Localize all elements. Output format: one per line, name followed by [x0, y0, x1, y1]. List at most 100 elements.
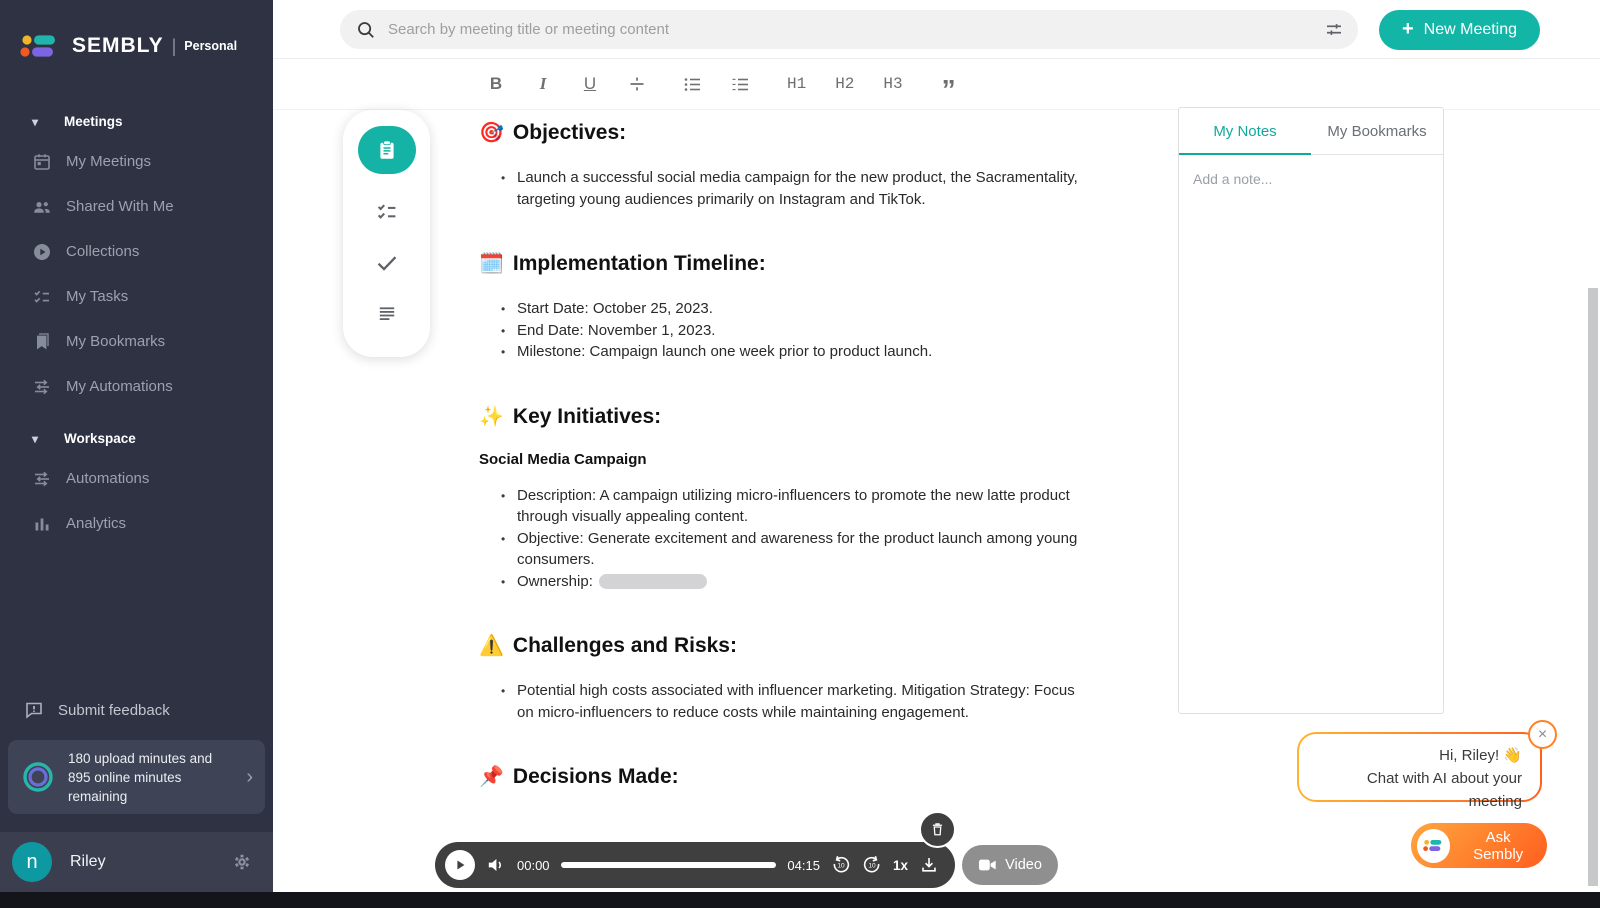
- section-key-initiatives: ✨ Key Initiatives: Social Media Campaign…: [479, 403, 1084, 593]
- underline-button[interactable]: U: [581, 74, 599, 94]
- search-bar[interactable]: [340, 10, 1358, 49]
- tab-my-notes[interactable]: My Notes: [1179, 108, 1311, 154]
- playback-speed-button[interactable]: 1x: [893, 858, 908, 873]
- calendar-emoji-icon: 🗓️: [479, 250, 504, 278]
- redacted-name-pill: [599, 574, 707, 589]
- sidebar-item-my-bookmarks[interactable]: My Bookmarks: [0, 319, 273, 364]
- delete-recording-button[interactable]: [919, 811, 956, 848]
- calendar-icon: [32, 152, 52, 172]
- close-chat-popup-button[interactable]: ×: [1528, 720, 1557, 749]
- section-challenges-and-risks: ⚠️ Challenges and Risks: Potential high …: [479, 632, 1084, 723]
- document-view-rail: [343, 110, 430, 357]
- bullet-list-button[interactable]: [683, 75, 702, 94]
- new-meeting-button[interactable]: + New Meeting: [1379, 10, 1540, 50]
- section-heading: 🎯 Objectives:: [479, 119, 1084, 147]
- strikethrough-button[interactable]: [628, 75, 646, 93]
- bar-chart-icon: [32, 514, 52, 534]
- brand-divider: |: [172, 36, 177, 57]
- sidebar-item-shared-with-me[interactable]: Shared With Me: [0, 184, 273, 229]
- decisions-view-button[interactable]: [374, 250, 400, 276]
- italic-button[interactable]: I: [534, 74, 552, 94]
- sidebar-item-automations[interactable]: Automations: [0, 456, 273, 501]
- ask-sembly-button[interactable]: Ask Sembly: [1411, 823, 1547, 868]
- pushpin-emoji-icon: 📌: [479, 763, 504, 791]
- h3-button[interactable]: H3: [883, 75, 902, 93]
- sembly-logo-icon: [1417, 829, 1450, 863]
- chevron-right-icon: ›: [244, 766, 255, 789]
- user-row[interactable]: n Riley: [0, 832, 273, 892]
- checklist-icon: [32, 287, 52, 307]
- clipboard-icon: [376, 139, 398, 161]
- meeting-notes-document[interactable]: 🎯 Objectives: Launch a successful social…: [479, 119, 1084, 831]
- bold-button[interactable]: B: [487, 74, 505, 94]
- h2-button[interactable]: H2: [835, 75, 854, 93]
- sembly-logo-icon: [20, 32, 62, 60]
- download-icon[interactable]: [919, 855, 939, 875]
- video-camera-icon: [978, 857, 997, 873]
- text-lines-icon: [375, 302, 399, 326]
- trash-icon: [929, 821, 946, 838]
- bullet-item: End Date: November 1, 2023.: [501, 320, 1084, 342]
- brand-name: SEMBLY: [72, 34, 164, 58]
- tab-my-bookmarks[interactable]: My Bookmarks: [1311, 108, 1443, 154]
- brand-logo: SEMBLY | Personal: [0, 0, 273, 60]
- gear-icon[interactable]: [231, 851, 253, 873]
- bullet-item: Description: A campaign utilizing micro-…: [501, 485, 1084, 528]
- bullet-item-ownership: Ownership:: [501, 571, 1084, 593]
- sidebar-item-my-meetings[interactable]: My Meetings: [0, 139, 273, 184]
- nav-gap: [0, 409, 273, 421]
- subsection-heading: Social Media Campaign: [479, 451, 1084, 468]
- target-emoji-icon: 🎯: [479, 119, 504, 147]
- user-name: Riley: [70, 853, 231, 871]
- sidebar-section-meetings[interactable]: ▾ Meetings: [0, 104, 273, 139]
- automation-arrows-icon: [32, 377, 52, 397]
- warning-emoji-icon: ⚠️: [479, 632, 504, 660]
- sidebar-section-workspace[interactable]: ▾ Workspace: [0, 421, 273, 456]
- sidebar-item-collections[interactable]: Collections: [0, 229, 273, 274]
- close-icon: ×: [1538, 726, 1547, 744]
- bullet-item: Milestone: Campaign launch one week prio…: [501, 341, 1084, 363]
- sidebar-item-my-tasks[interactable]: My Tasks: [0, 274, 273, 319]
- transcript-view-button[interactable]: [374, 301, 400, 327]
- caret-down-icon: ▾: [32, 432, 52, 446]
- bookmark-icon: [32, 332, 52, 352]
- window-bottom-edge: [0, 892, 1600, 908]
- page-scrollbar[interactable]: [1588, 288, 1598, 886]
- ai-chat-popup-body: Hi, Riley! 👋 Chat with AI about your mee…: [1299, 734, 1540, 800]
- check-icon: [374, 250, 400, 276]
- note-input[interactable]: Add a note...: [1179, 155, 1443, 713]
- tasks-view-button[interactable]: [374, 199, 400, 225]
- bullet-item: Launch a successful social media campaig…: [501, 167, 1084, 210]
- avatar[interactable]: n: [12, 842, 52, 882]
- h1-button[interactable]: H1: [787, 75, 806, 93]
- play-button[interactable]: [445, 850, 475, 880]
- quote-button[interactable]: ”: [940, 73, 958, 95]
- current-time: 00:00: [517, 858, 550, 873]
- section-decisions-made: 📌 Decisions Made:: [479, 763, 1084, 791]
- rewind-10-icon[interactable]: 10: [831, 855, 851, 875]
- search-input[interactable]: [388, 21, 1324, 38]
- volume-icon[interactable]: [486, 855, 506, 875]
- video-button[interactable]: Video: [962, 845, 1058, 885]
- svg-text:10: 10: [837, 863, 845, 870]
- sidebar-item-analytics[interactable]: Analytics: [0, 501, 273, 546]
- seek-bar[interactable]: [561, 862, 777, 868]
- numbered-list-button[interactable]: [731, 75, 750, 94]
- bullet-item: Start Date: October 25, 2023.: [501, 298, 1084, 320]
- chat-message: Chat with AI about your meeting: [1311, 767, 1522, 813]
- sidebar-item-my-automations[interactable]: My Automations: [0, 364, 273, 409]
- minutes-remaining-card[interactable]: 180 upload minutes and 895 online minute…: [8, 740, 265, 814]
- total-time: 04:15: [787, 858, 820, 873]
- brand-plan: Personal: [184, 39, 237, 53]
- sidebar: SEMBLY | Personal ▾ Meetings My Meetings…: [0, 0, 273, 892]
- notes-tabs: My Notes My Bookmarks: [1179, 108, 1443, 155]
- meeting-notes-view-button[interactable]: [358, 126, 416, 174]
- feedback-icon: [24, 700, 44, 720]
- forward-10-icon[interactable]: 10: [862, 855, 882, 875]
- sidebar-nav: ▾ Meetings My Meetings Shared With Me: [0, 104, 273, 546]
- play-icon: [453, 858, 467, 872]
- minutes-gauge-icon: [20, 759, 56, 795]
- filter-icon[interactable]: [1324, 20, 1344, 40]
- play-circle-icon: [32, 242, 52, 262]
- submit-feedback-button[interactable]: Submit feedback: [24, 700, 170, 720]
